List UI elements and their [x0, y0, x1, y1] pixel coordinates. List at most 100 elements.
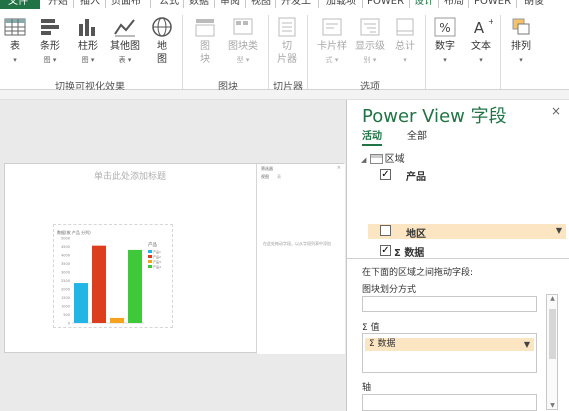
card-style-button[interactable]: 卡片样 式 ▾	[313, 16, 351, 67]
tab-layout[interactable]: 布局	[444, 0, 464, 8]
collapse-arrow-icon: ◢	[361, 156, 367, 164]
field-tree: ◢ 区域 ✓ 产品 地区 ▼ ✓ Σ 数据	[347, 144, 569, 344]
legend-swatch	[148, 265, 152, 268]
checkbox-region[interactable]	[380, 225, 391, 236]
field-row-product[interactable]: ✓ 产品	[380, 168, 560, 183]
slicer-icon	[278, 17, 296, 37]
bar[interactable]	[91, 245, 107, 323]
zone-label-axis: 轴	[362, 383, 372, 393]
pane-title: Power View 字段	[362, 106, 507, 127]
slicer-button[interactable]: 切 片器	[273, 16, 301, 66]
percent-icon: %	[434, 17, 456, 37]
filters-tab-view[interactable]: 视图	[261, 174, 269, 180]
report-title-placeholder[interactable]: 单击此处添加标题	[5, 169, 255, 182]
line-chart-icon	[114, 19, 135, 37]
tab-home[interactable]: 开始	[48, 0, 68, 8]
dropdown-arrow-icon[interactable]: ▼	[556, 226, 562, 235]
bar[interactable]	[109, 317, 125, 323]
tab-all-fields[interactable]: 全部	[407, 127, 427, 142]
font-size-icon: A +	[474, 17, 493, 37]
power-view-fields-pane: Power View 字段 × 活动 全部 ◢ 区域 ✓ 产品 地区 ▼ ✓ Σ…	[346, 100, 569, 411]
tab-design[interactable]: 设计	[414, 0, 434, 8]
arrange-icon	[512, 18, 530, 35]
legend-swatch	[148, 260, 152, 263]
bar[interactable]	[127, 249, 143, 323]
drop-zone-tile-by[interactable]	[362, 296, 537, 312]
tab-page-layout[interactable]: 页面布	[111, 0, 141, 8]
table-node-region[interactable]: ◢ 区域	[361, 150, 405, 165]
y-tick-label: 1500	[61, 296, 70, 300]
legend-swatch	[148, 250, 152, 253]
totals-icon	[396, 18, 414, 36]
zone-label-values: Σ 值	[362, 323, 380, 333]
tab-view[interactable]: 视图	[251, 0, 271, 8]
tab-insert[interactable]: 插入	[80, 0, 100, 8]
field-row-data[interactable]: ✓ Σ 数据	[380, 244, 560, 259]
close-icon[interactable]: ×	[551, 104, 561, 118]
legend-label: 产品3	[153, 259, 161, 264]
formula-area	[0, 90, 569, 100]
table-icon	[369, 154, 383, 164]
text-button[interactable]: A + 文本 ▾	[466, 16, 496, 67]
y-tick-label: 0	[68, 322, 70, 326]
checkbox-data[interactable]: ✓	[380, 245, 391, 256]
tile-type-button[interactable]: 图块类 型 ▾	[223, 16, 263, 67]
column-chart[interactable]: 数据(按 产品 分列) 0 500 1000 1500 2000 2500 3000 3500…	[53, 224, 173, 328]
tab-power[interactable]: POWER	[367, 0, 404, 8]
bar-chart-button[interactable]: 条形 图 ▾	[34, 16, 66, 67]
scroll-down-icon[interactable]: ▼	[548, 402, 557, 409]
pane-splitter[interactable]	[347, 258, 569, 259]
power-view-sheet: 单击此处添加标题 数据(按 产品 分列) 0 500 1000 1500 2000 250…	[4, 163, 345, 354]
ribbon-tab-bar: 文件 开始 插入 页面布 公式 数据 审阅 视图 开发工 加载项 POWER 设…	[0, 0, 569, 9]
scrollbar-thumb[interactable]	[549, 309, 556, 359]
chart-plot: 0 500 1000 1500 2000 2500 3000 3500 4000 4500 5000…	[61, 237, 161, 326]
field-row-region[interactable]: 地区 ▼	[368, 224, 566, 240]
y-tick-label: 3000	[61, 271, 70, 275]
number-button[interactable]: % 数字 ▾	[430, 16, 460, 67]
dropdown-arrow-icon[interactable]: ▼	[524, 338, 530, 351]
levels-icon	[360, 18, 380, 36]
other-chart-button[interactable]: 其他图 表 ▾	[106, 16, 144, 67]
scroll-up-icon[interactable]: ▲	[548, 295, 557, 302]
column-chart-button[interactable]: 柱形 图 ▾	[72, 16, 104, 67]
tab-power-2[interactable]: POWER	[474, 0, 511, 8]
svg-text:A: A	[474, 19, 485, 37]
zone-label-tile-by: 图块划分方式	[362, 285, 417, 295]
tab-user[interactable]: 胡俊	[524, 0, 544, 8]
table-button[interactable]: 表 ▾	[2, 16, 28, 67]
tiles-button[interactable]: 图 块	[192, 16, 218, 66]
legend-label: 产品4	[153, 264, 161, 269]
filters-pane: 筛选器 × 视图 表 在此处拖动字段，以从字段列表中添加	[256, 164, 345, 354]
zones-scrollbar[interactable]: ▲ ▼	[546, 294, 558, 410]
filters-hint: 在此处拖动字段，以从字段列表中添加	[263, 241, 331, 246]
legend-title: 产品	[148, 241, 157, 248]
drop-zone-axis[interactable]	[362, 394, 537, 411]
y-tick-label: 2500	[61, 279, 70, 283]
show-levels-button[interactable]: 显示级 别 ▾	[351, 16, 389, 67]
filters-tab-table[interactable]: 表	[277, 174, 281, 180]
tab-review[interactable]: 审阅	[220, 0, 240, 8]
checkbox-product[interactable]: ✓	[380, 169, 391, 180]
svg-text:%: %	[439, 21, 450, 35]
values-field-item[interactable]: Σ 数据 ▼	[365, 338, 534, 351]
svg-text:+: +	[488, 17, 493, 26]
arrange-button[interactable]: 排列 ▾	[506, 16, 536, 67]
bar[interactable]	[73, 283, 89, 323]
y-tick-label: 1000	[61, 305, 70, 309]
tab-addins[interactable]: 加载项	[326, 0, 356, 8]
map-button[interactable]: 地 图	[148, 16, 176, 66]
drag-hint: 在下面的区域之间拖动字段:	[362, 268, 474, 278]
tab-data[interactable]: 数据	[189, 0, 209, 8]
legend-label: 产品1	[153, 249, 161, 254]
table-icon	[4, 18, 26, 36]
y-tick-label: 5000	[61, 237, 70, 241]
filters-title: 筛选器	[261, 166, 273, 171]
y-tick-label: 3500	[61, 262, 70, 266]
tab-formulas[interactable]: 公式	[159, 0, 179, 8]
tab-developer[interactable]: 开发工	[281, 0, 311, 8]
tiles-icon	[195, 19, 215, 37]
tab-file[interactable]: 文件	[0, 0, 40, 9]
totals-button[interactable]: 总计 ▾	[391, 16, 419, 67]
filters-close-icon[interactable]: ×	[337, 165, 341, 171]
drop-zone-values[interactable]: Σ 数据 ▼	[362, 333, 537, 373]
